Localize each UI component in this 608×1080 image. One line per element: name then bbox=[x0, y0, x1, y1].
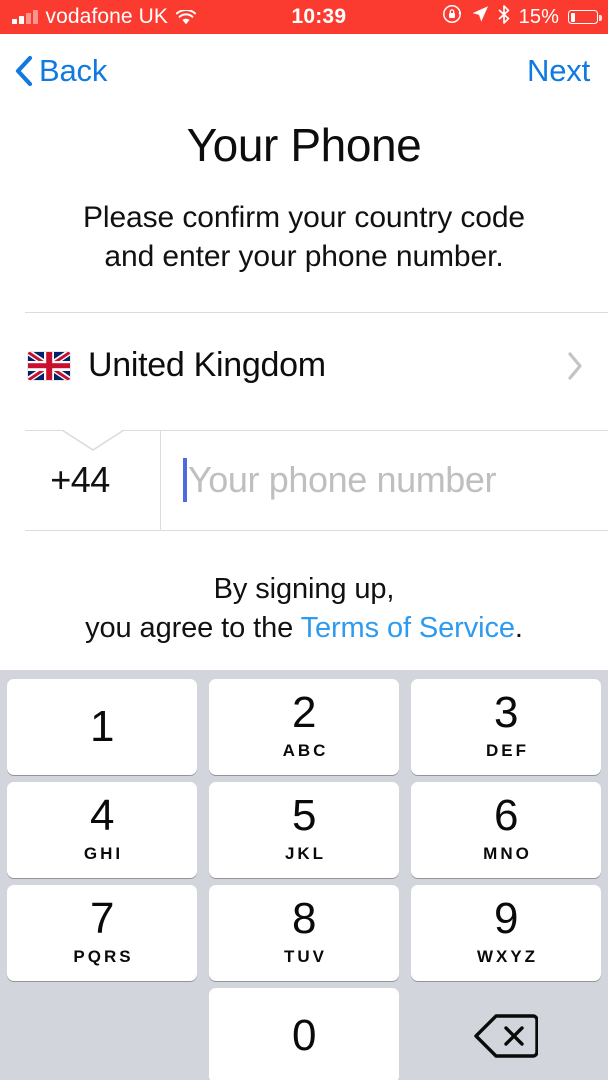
key-3[interactable]: 3 DEF bbox=[411, 679, 601, 775]
key-2[interactable]: 2 ABC bbox=[209, 679, 399, 775]
key-letters: PQRS bbox=[73, 947, 134, 966]
key-number: 7 bbox=[90, 894, 114, 943]
key-4[interactable]: 4 GHI bbox=[7, 782, 197, 878]
key-letters: ABC bbox=[282, 741, 329, 760]
key-number: 9 bbox=[494, 894, 518, 943]
status-bar: vodafone UK 10:39 15% bbox=[0, 0, 608, 34]
location-arrow-icon bbox=[471, 5, 489, 29]
terms-suffix: . bbox=[514, 612, 523, 644]
terms-of-service-link[interactable]: Terms of Service bbox=[301, 612, 515, 644]
key-number: 2 bbox=[292, 688, 316, 737]
key-5[interactable]: 5 JKL bbox=[209, 782, 399, 878]
key-letters: MNO bbox=[483, 844, 532, 863]
delete-key[interactable] bbox=[411, 988, 601, 1080]
carrier-label: vodafone UK bbox=[45, 5, 169, 28]
united-kingdom-flag-icon bbox=[28, 351, 70, 380]
country-name-label: United Kingdom bbox=[88, 346, 326, 384]
key-1[interactable]: 1 bbox=[7, 679, 197, 775]
key-letters: WXYZ bbox=[476, 947, 539, 966]
page-title: Your Phone bbox=[186, 119, 422, 171]
terms-text: By signing up, you agree to the Terms of… bbox=[0, 570, 608, 648]
navigation-bar: Back Next bbox=[0, 34, 608, 108]
country-selector-row[interactable]: United Kingdom bbox=[0, 313, 608, 418]
wifi-icon bbox=[176, 9, 197, 25]
key-blank bbox=[7, 988, 197, 1080]
chevron-right-icon bbox=[566, 351, 584, 381]
rotation-lock-icon bbox=[442, 4, 462, 30]
key-letters: TUV bbox=[284, 947, 327, 966]
status-bar-left: vodafone UK bbox=[0, 5, 197, 29]
key-number: 8 bbox=[292, 894, 316, 943]
next-button[interactable]: Next bbox=[527, 53, 590, 89]
key-number: 0 bbox=[292, 1011, 316, 1060]
subtitle-line-2: and enter your phone number. bbox=[104, 240, 504, 273]
key-letters: JKL bbox=[284, 844, 327, 863]
keypad-row: 7 PQRS 8 TUV 9 WXYZ bbox=[7, 885, 601, 981]
phone-row-bottom-border bbox=[25, 530, 608, 531]
key-6[interactable]: 6 MNO bbox=[411, 782, 601, 878]
chevron-left-icon bbox=[14, 55, 33, 87]
status-bar-right: 15% bbox=[442, 4, 608, 30]
status-bar-center: 10:39 bbox=[196, 5, 442, 29]
terms-prefix: you agree to the bbox=[85, 612, 301, 644]
key-0[interactable]: 0 bbox=[209, 988, 399, 1080]
back-button-label: Back bbox=[39, 53, 108, 88]
keypad-row: 4 GHI 5 JKL 6 MNO bbox=[7, 782, 601, 878]
clock-label: 10:39 bbox=[291, 5, 347, 28]
key-8[interactable]: 8 TUV bbox=[209, 885, 399, 981]
delete-key-icon bbox=[474, 1013, 538, 1059]
key-number: 1 bbox=[90, 702, 114, 751]
keypad-row: 0 bbox=[7, 988, 601, 1080]
country-code-field[interactable]: +44 bbox=[0, 430, 160, 530]
key-number: 5 bbox=[292, 791, 316, 840]
key-letters: DEF bbox=[486, 741, 529, 760]
battery-percent-label: 15% bbox=[518, 5, 559, 28]
key-number: 3 bbox=[494, 688, 518, 737]
phone-input-row: +44 Your phone number bbox=[0, 429, 608, 531]
phone-number-input[interactable]: Your phone number bbox=[161, 430, 608, 530]
subtitle-line-1: Please confirm your country code bbox=[82, 201, 525, 234]
battery-icon bbox=[568, 10, 602, 24]
bluetooth-icon bbox=[498, 4, 510, 30]
key-7[interactable]: 7 PQRS bbox=[7, 885, 197, 981]
phone-verification-screen: vodafone UK 10:39 15% Back Next Your Pho… bbox=[0, 0, 608, 1080]
page-subtitle: Please confirm your country code and ent… bbox=[0, 198, 608, 276]
signal-bars-icon bbox=[12, 10, 38, 24]
keypad-row: 1 2 ABC 3 DEF bbox=[7, 679, 601, 775]
back-button[interactable]: Back bbox=[14, 53, 107, 89]
terms-line-2: you agree to the Terms of Service. bbox=[0, 609, 608, 648]
key-number: 4 bbox=[90, 791, 114, 840]
phone-number-placeholder: Your phone number bbox=[188, 459, 497, 500]
key-number: 6 bbox=[494, 791, 518, 840]
text-caret bbox=[183, 458, 187, 502]
key-letters: GHI bbox=[83, 844, 124, 863]
key-9[interactable]: 9 WXYZ bbox=[411, 885, 601, 981]
numeric-keypad: 1 2 ABC 3 DEF 4 GHI 5 JKL 6 MNO 7 PQRS 8… bbox=[0, 670, 608, 1080]
terms-line-1: By signing up, bbox=[213, 573, 395, 605]
